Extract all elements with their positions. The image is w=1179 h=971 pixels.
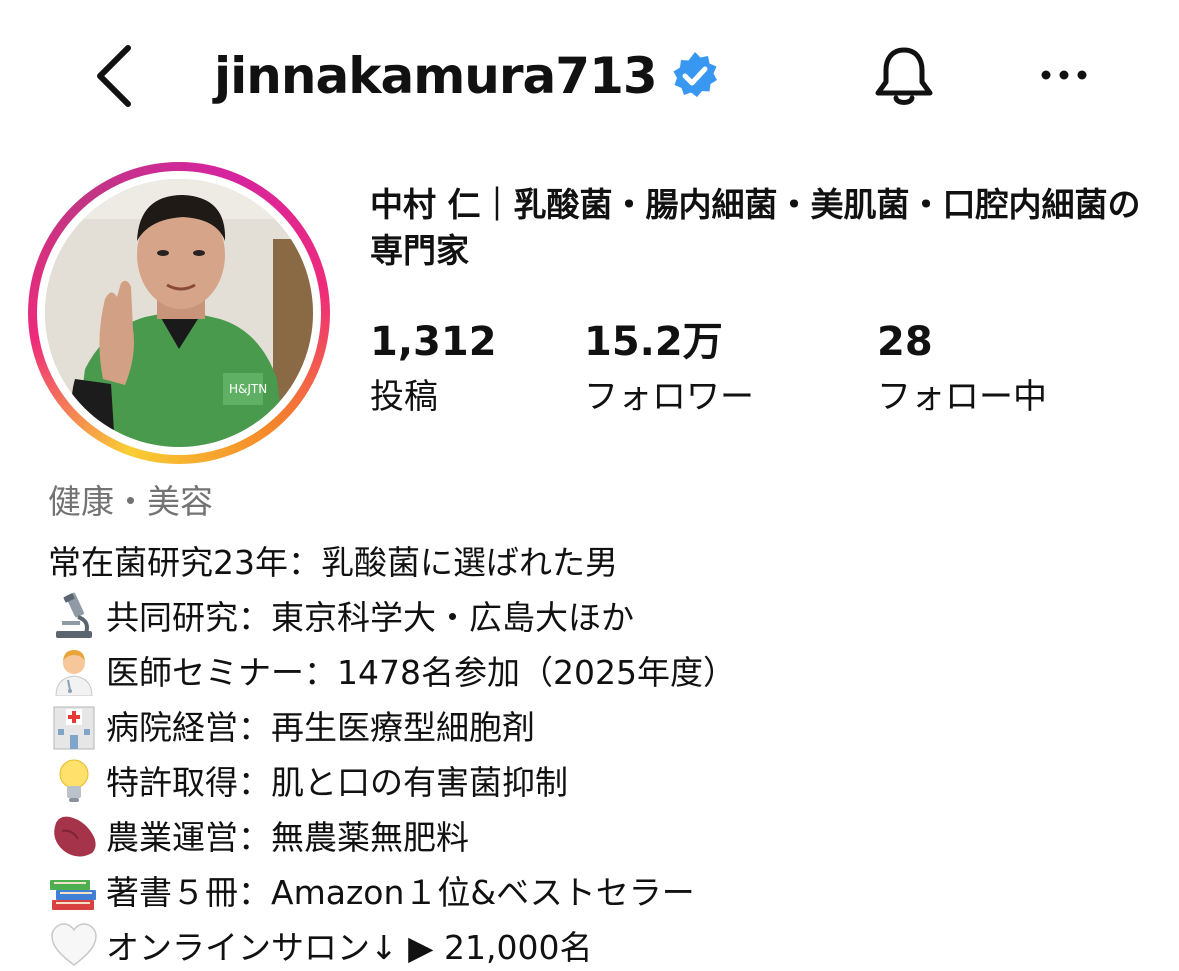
bio-line: 特許取得：肌と口の有害菌抑制 <box>48 752 1158 807</box>
bio-text: 特許取得：肌と口の有害菌抑制 <box>106 762 568 802</box>
stat-following[interactable]: 28 フォロー中 <box>877 318 1047 422</box>
stat-followers[interactable]: 15.2万 フォロワー <box>584 318 754 422</box>
bio-line: 農業運営：無農薬無肥料 <box>48 807 1158 862</box>
username-header: jinnakamura713 <box>214 38 721 114</box>
stat-posts[interactable]: 1,312 投稿 <box>370 318 497 422</box>
bio-line: オンラインサロン↓ ▶ 21,000名 <box>48 917 1158 971</box>
bio-text: 病院経営：再生医療型細胞剤 <box>106 707 535 747</box>
bio-text: オンラインサロン↓ ▶ 21,000名 <box>106 927 593 967</box>
following-label: フォロー中 <box>877 377 1047 417</box>
hospital-icon <box>53 706 95 749</box>
more-options-button[interactable] <box>1036 50 1096 100</box>
bio-line: 医師セミナー：1478名参加（2025年度） <box>48 642 1158 697</box>
bio-text: 常在菌研究23年：乳酸菌に選ばれた男 <box>48 542 618 582</box>
svg-text:H&JTN: H&JTN <box>229 382 267 396</box>
sweet-potato-icon <box>54 816 96 857</box>
back-button[interactable] <box>88 40 148 112</box>
chevron-left-icon <box>97 45 131 107</box>
bio-line: 著書５冊：Amazon１位&ベストセラー <box>48 862 1158 917</box>
microscope-icon <box>56 592 92 638</box>
more-horizontal-icon <box>1041 70 1087 80</box>
bio-line: 共同研究：東京科学大・広島大ほか <box>48 587 1158 642</box>
following-count: 28 <box>877 319 933 365</box>
top-bar: jinnakamura713 <box>0 0 1179 150</box>
white-heart-icon <box>51 922 97 966</box>
posts-count: 1,312 <box>370 319 497 365</box>
light-bulb-icon <box>59 759 89 802</box>
display-name: 中村 仁｜乳酸菌・腸内細菌・美肌菌・口腔内細菌の専門家 <box>370 185 1141 270</box>
profile-photo: H&JTN <box>45 179 313 447</box>
books-icon <box>50 879 96 910</box>
bio-text: 農業運営：無農薬無肥料 <box>106 817 469 857</box>
profile-category: 健康・美容 <box>48 482 213 521</box>
bell-icon <box>875 47 933 105</box>
story-ring[interactable]: H&JTN <box>28 162 330 464</box>
bio-line: 病院経営：再生医療型細胞剤 <box>48 697 1158 752</box>
avatar[interactable]: H&JTN <box>45 179 313 447</box>
followers-count: 15.2万 <box>584 319 723 365</box>
posts-label: 投稿 <box>370 377 438 417</box>
bio: 常在菌研究23年：乳酸菌に選ばれた男 共同研究：東京科学大・広島大ほか 医師セミ… <box>48 532 1158 971</box>
username: jinnakamura713 <box>214 47 658 105</box>
bio-text: 著書５冊：Amazon１位&ベストセラー <box>106 872 695 912</box>
notifications-button[interactable] <box>868 40 940 112</box>
verified-badge-icon <box>673 52 717 97</box>
followers-label: フォロワー <box>584 377 754 417</box>
bio-line: 常在菌研究23年：乳酸菌に選ばれた男 <box>48 532 1158 587</box>
bio-text: 医師セミナー：1478名参加（2025年度） <box>106 652 736 692</box>
bio-text: 共同研究：東京科学大・広島大ほか <box>106 597 634 637</box>
health-worker-icon <box>55 649 93 696</box>
